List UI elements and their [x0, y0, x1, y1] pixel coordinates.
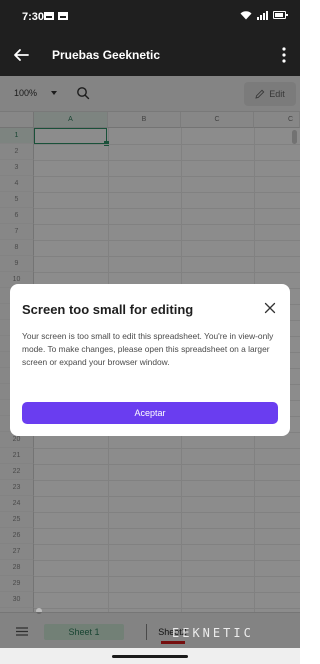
mail-icon: [44, 12, 54, 20]
wifi-icon: [240, 11, 252, 20]
home-indicator[interactable]: [112, 655, 188, 658]
back-arrow-icon[interactable]: [12, 46, 30, 64]
dialog-message: Your screen is too small to edit this sp…: [22, 331, 274, 367]
status-bar: 7:30: [0, 0, 300, 34]
watermark: EEKNETIC: [172, 626, 254, 640]
accept-button[interactable]: Aceptar: [22, 402, 278, 424]
signal-icon: [257, 10, 268, 20]
battery-icon: [273, 11, 288, 19]
modal-backdrop-bottom: [0, 612, 300, 648]
close-icon[interactable]: [264, 302, 276, 314]
status-time: 7:30: [22, 11, 45, 23]
dialog-title: Screen too small for editing: [22, 302, 194, 317]
gmail-icon: [58, 12, 68, 20]
status-indicators: [240, 10, 288, 20]
document-title: Pruebas Geeknetic: [52, 48, 161, 62]
screen-too-small-dialog: Screen too small for editing Your screen…: [10, 284, 290, 436]
app-bar: Pruebas Geeknetic: [0, 34, 300, 76]
more-options-icon[interactable]: [282, 46, 286, 64]
